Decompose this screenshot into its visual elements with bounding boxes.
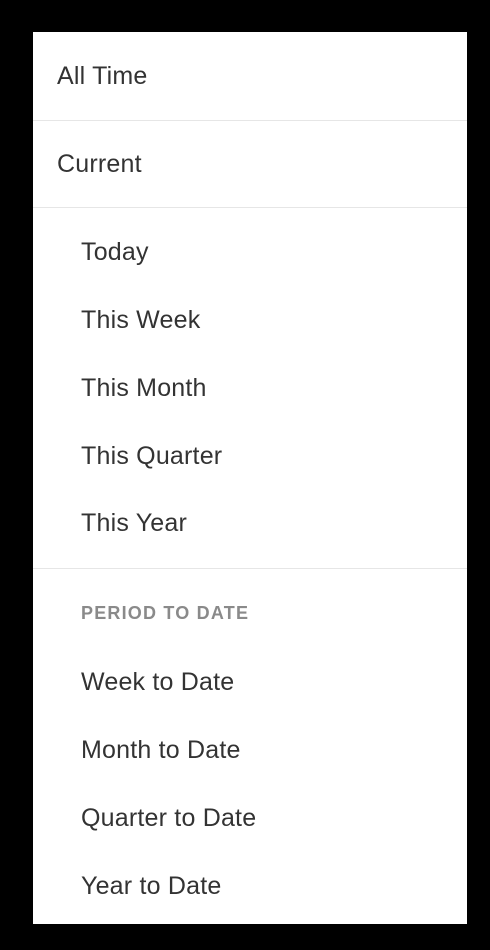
menu-item-this-month[interactable]: This Month — [81, 370, 461, 406]
menu-item-year-to-date[interactable]: Year to Date — [81, 868, 461, 904]
menu-item-month-to-date[interactable]: Month to Date — [81, 732, 461, 768]
menu-item-label: This Year — [81, 508, 188, 537]
menu-item-label: This Quarter — [81, 441, 223, 470]
menu-item-label: Year to Date — [81, 871, 222, 900]
menu-item-label: Today — [81, 237, 149, 266]
menu-item-current[interactable]: Current — [33, 120, 467, 208]
menu-item-label: Month to Date — [81, 735, 241, 764]
menu-item-label: This Week — [81, 305, 201, 334]
menu-item-label: This Month — [81, 373, 207, 402]
menu-item-this-year[interactable]: This Year — [81, 505, 461, 541]
section-heading-period-to-date: PERIOD TO DATE — [81, 602, 250, 623]
menu-item-label: All Time — [57, 61, 148, 90]
menu-item-label: Current — [57, 149, 142, 178]
menu-item-today[interactable]: Today — [81, 234, 461, 270]
menu-item-quarter-to-date[interactable]: Quarter to Date — [81, 800, 461, 836]
menu-item-this-week[interactable]: This Week — [81, 302, 461, 338]
divider — [33, 207, 467, 208]
date-range-dropdown: All Time Current Today This Week This Mo… — [33, 32, 467, 924]
menu-item-label: Week to Date — [81, 667, 235, 696]
menu-item-week-to-date[interactable]: Week to Date — [81, 664, 461, 700]
menu-item-this-quarter[interactable]: This Quarter — [81, 438, 461, 474]
menu-item-label: Quarter to Date — [81, 803, 257, 832]
divider — [33, 568, 467, 569]
menu-item-all-time[interactable]: All Time — [33, 32, 467, 120]
